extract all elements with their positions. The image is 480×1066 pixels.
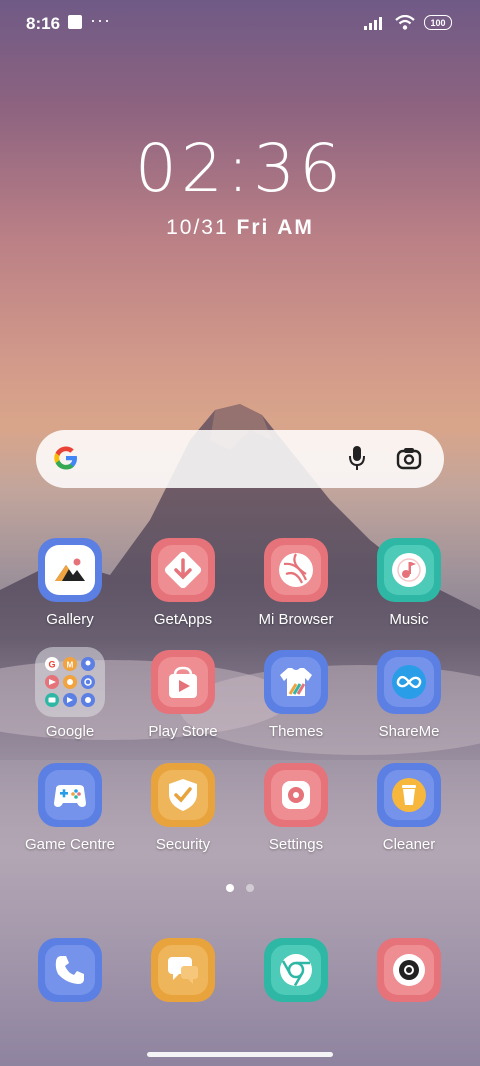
app-label: ShareMe bbox=[378, 723, 440, 740]
app-themes[interactable]: Themes bbox=[240, 650, 352, 740]
wifi-icon bbox=[395, 15, 415, 30]
game-centre-icon bbox=[54, 785, 86, 807]
app-label: Themes bbox=[268, 723, 324, 740]
app-label: Security bbox=[155, 836, 211, 853]
clock-widget-time[interactable]: 02:36 bbox=[0, 130, 480, 207]
app-label: GetApps bbox=[153, 611, 213, 628]
page-dot-current bbox=[226, 884, 234, 892]
app-security[interactable]: Security bbox=[127, 763, 239, 853]
music-icon bbox=[392, 553, 426, 587]
phone-icon bbox=[55, 956, 84, 984]
app-label: Settings bbox=[268, 836, 324, 853]
dock-camera[interactable] bbox=[353, 938, 465, 1002]
date-text: 10/31 bbox=[166, 216, 229, 239]
dock-phone[interactable] bbox=[14, 938, 126, 1002]
dock-messages[interactable] bbox=[127, 938, 239, 1002]
notification-icon bbox=[68, 15, 82, 29]
app-label: Gallery bbox=[46, 611, 94, 628]
page-dot bbox=[246, 884, 254, 892]
battery-icon: 100 bbox=[424, 15, 452, 30]
getapps-icon bbox=[164, 551, 202, 589]
play-store-icon bbox=[169, 666, 197, 698]
signal-icon bbox=[364, 16, 382, 30]
app-cleaner[interactable]: Cleaner bbox=[353, 763, 465, 853]
status-time: 8:16 bbox=[26, 14, 61, 33]
svg-text:G: G bbox=[48, 660, 55, 670]
app-label: Mi Browser bbox=[258, 611, 334, 628]
app-settings[interactable]: Settings bbox=[240, 763, 352, 853]
security-icon bbox=[169, 779, 197, 811]
app-gallery[interactable]: Gallery bbox=[14, 538, 126, 628]
dock-chrome[interactable] bbox=[240, 938, 352, 1002]
status-bar: 8:16 ··· 100 bbox=[0, 0, 480, 48]
app-getapps[interactable]: GetApps bbox=[127, 538, 239, 628]
app-game-centre[interactable]: Game Centre bbox=[14, 763, 126, 853]
shareme-icon bbox=[392, 665, 426, 699]
ampm-text: AM bbox=[277, 216, 314, 239]
home-gesture-bar[interactable] bbox=[147, 1052, 333, 1057]
app-label: Game Centre bbox=[24, 836, 116, 853]
app-play-store[interactable]: Play Store bbox=[127, 650, 239, 740]
more-notifications-icon: ··· bbox=[90, 10, 111, 30]
page-indicator bbox=[0, 884, 480, 892]
mi-browser-icon bbox=[279, 553, 313, 587]
messages-icon bbox=[168, 957, 198, 984]
app-label: Cleaner bbox=[382, 836, 436, 853]
svg-text:M: M bbox=[67, 661, 74, 670]
app-mi-browser[interactable]: Mi Browser bbox=[240, 538, 352, 628]
camera-icon bbox=[393, 954, 425, 986]
weekday-text: Fri bbox=[236, 216, 270, 239]
folder-google[interactable]: G M Google bbox=[14, 647, 126, 740]
themes-icon bbox=[280, 668, 312, 696]
voice-search-icon[interactable] bbox=[348, 444, 366, 472]
google-lens-icon[interactable] bbox=[396, 446, 422, 472]
google-g-icon bbox=[54, 446, 77, 470]
app-shareme[interactable]: ShareMe bbox=[353, 650, 465, 740]
clock-widget-date[interactable]: 10/31 Fri AM bbox=[0, 216, 480, 240]
app-label: Play Store bbox=[148, 723, 218, 740]
gallery-icon bbox=[55, 558, 85, 581]
cleaner-icon bbox=[392, 778, 426, 812]
google-search-bar[interactable] bbox=[36, 430, 444, 488]
settings-gear-icon bbox=[282, 781, 310, 809]
google-folder-icon: G M bbox=[45, 657, 95, 707]
app-music[interactable]: Music bbox=[353, 538, 465, 628]
app-label: Music bbox=[389, 611, 429, 628]
chrome-icon bbox=[280, 954, 312, 987]
app-label: Google bbox=[45, 723, 95, 740]
